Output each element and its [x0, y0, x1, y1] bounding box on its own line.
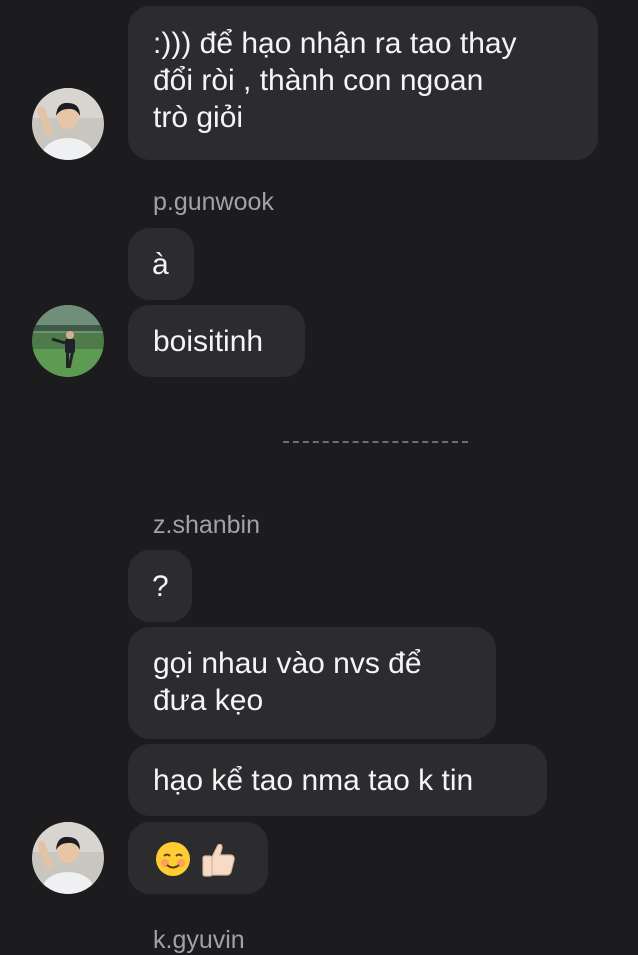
smiling-face-icon — [156, 842, 190, 876]
avatar[interactable] — [32, 305, 104, 377]
message-bubble[interactable]: gọi nhau vào nvs để đưa kẹo — [128, 627, 496, 739]
sender-name: p.gunwook — [153, 188, 274, 216]
avatar[interactable] — [32, 88, 104, 160]
message-bubble[interactable]: ? — [128, 550, 192, 622]
message-bubble[interactable]: à — [128, 228, 194, 300]
message-bubble[interactable]: boisitinh — [128, 305, 305, 377]
avatar[interactable] — [32, 822, 104, 894]
divider — [283, 441, 468, 443]
message-bubble[interactable]: :))) để hạo nhận ra tao thay đổi ròi , t… — [128, 6, 598, 160]
thumbs-up-icon — [202, 843, 235, 877]
message-bubble[interactable] — [128, 822, 268, 894]
message-bubble[interactable]: hạo kể tao nma tao k tin — [128, 744, 547, 816]
sender-name: k.gyuvin — [153, 926, 245, 954]
sender-name: z.shanbin — [153, 511, 261, 539]
